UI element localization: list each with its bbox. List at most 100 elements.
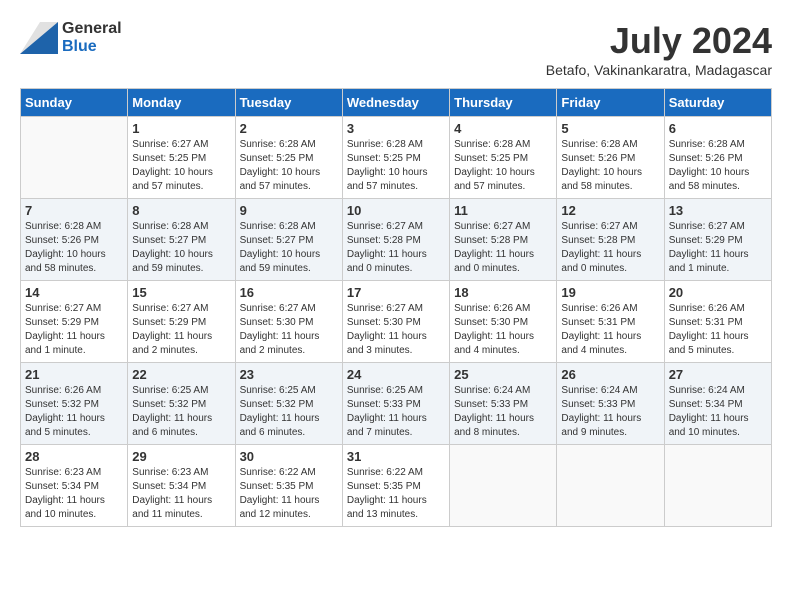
day-number: 24 <box>347 367 445 382</box>
location-subtitle: Betafo, Vakinankaratra, Madagascar <box>546 62 772 78</box>
calendar-cell: 21Sunrise: 6:26 AM Sunset: 5:32 PM Dayli… <box>21 363 128 445</box>
day-info: Sunrise: 6:26 AM Sunset: 5:31 PM Dayligh… <box>561 302 659 358</box>
day-number: 12 <box>561 203 659 218</box>
calendar-cell: 12 Sunrise: 6:27 AM Sunset: 5:28 PM Dayli… <box>557 199 664 281</box>
calendar-cell: 1 Sunrise: 6:27 AM Sunset: 5:25 PM Daylig… <box>128 117 235 199</box>
calendar-cell: 2 Sunrise: 6:28 AM Sunset: 5:25 PM Daylig… <box>235 117 342 199</box>
day-info: Sunrise: 6:27 AM Sunset: 5:28 PM Dayligh… <box>347 220 445 276</box>
day-number: 23 <box>240 367 338 382</box>
calendar-cell: 22 Sunrise: 6:25 AM Sunset: 5:32 PM Dayli… <box>128 363 235 445</box>
calendar-header-friday: Friday <box>557 89 664 117</box>
day-number: 16 <box>240 285 338 300</box>
day-number: 30 <box>240 449 338 464</box>
calendar-week-row: 7Sunrise: 6:28 AM Sunset: 5:26 PM Daylig… <box>21 199 772 281</box>
calendar-cell <box>664 445 771 527</box>
day-number: 10 <box>347 203 445 218</box>
calendar-cell <box>557 445 664 527</box>
day-number: 5 <box>561 121 659 136</box>
day-number: 25 <box>454 367 552 382</box>
calendar-cell: 4 Sunrise: 6:28 AM Sunset: 5:25 PM Daylig… <box>450 117 557 199</box>
day-info: Sunrise: 6:25 AM Sunset: 5:32 PM Dayligh… <box>240 384 338 440</box>
day-number: 19 <box>561 285 659 300</box>
day-number: 31 <box>347 449 445 464</box>
calendar-cell: 7Sunrise: 6:28 AM Sunset: 5:26 PM Daylig… <box>21 199 128 281</box>
month-year-title: July 2024 <box>546 20 772 62</box>
day-info: Sunrise: 6:28 AM Sunset: 5:26 PM Dayligh… <box>25 220 123 276</box>
day-number: 6 <box>669 121 767 136</box>
calendar-cell: 28Sunrise: 6:23 AM Sunset: 5:34 PM Dayli… <box>21 445 128 527</box>
day-number: 3 <box>347 121 445 136</box>
calendar-cell: 3 Sunrise: 6:28 AM Sunset: 5:25 PM Daylig… <box>342 117 449 199</box>
calendar-cell <box>21 117 128 199</box>
day-number: 2 <box>240 121 338 136</box>
day-info: Sunrise: 6:26 AM Sunset: 5:30 PM Dayligh… <box>454 302 552 358</box>
calendar-header-row: SundayMondayTuesdayWednesdayThursdayFrid… <box>21 89 772 117</box>
calendar-cell: 23 Sunrise: 6:25 AM Sunset: 5:32 PM Dayli… <box>235 363 342 445</box>
calendar-header-monday: Monday <box>128 89 235 117</box>
day-info: Sunrise: 6:22 AM Sunset: 5:35 PM Dayligh… <box>347 466 445 522</box>
day-number: 4 <box>454 121 552 136</box>
day-number: 1 <box>132 121 230 136</box>
calendar-header-sunday: Sunday <box>21 89 128 117</box>
day-number: 15 <box>132 285 230 300</box>
day-info: Sunrise: 6:28 AM Sunset: 5:25 PM Dayligh… <box>454 138 552 194</box>
logo: General Blue <box>20 20 122 55</box>
calendar-cell: 14 Sunrise: 6:27 AM Sunset: 5:29 PM Dayli… <box>21 281 128 363</box>
day-info: Sunrise: 6:27 AM Sunset: 5:29 PM Dayligh… <box>669 220 767 276</box>
calendar-cell: 26 Sunrise: 6:24 AM Sunset: 5:33 PM Dayli… <box>557 363 664 445</box>
calendar-week-row: 14 Sunrise: 6:27 AM Sunset: 5:29 PM Dayli… <box>21 281 772 363</box>
day-number: 20 <box>669 285 767 300</box>
calendar-cell: 6Sunrise: 6:28 AM Sunset: 5:26 PM Daylig… <box>664 117 771 199</box>
day-info: Sunrise: 6:28 AM Sunset: 5:27 PM Dayligh… <box>240 220 338 276</box>
calendar-cell: 18 Sunrise: 6:26 AM Sunset: 5:30 PM Dayli… <box>450 281 557 363</box>
calendar-cell: 8Sunrise: 6:28 AM Sunset: 5:27 PM Daylig… <box>128 199 235 281</box>
day-info: Sunrise: 6:24 AM Sunset: 5:33 PM Dayligh… <box>561 384 659 440</box>
day-number: 17 <box>347 285 445 300</box>
day-info: Sunrise: 6:28 AM Sunset: 5:26 PM Dayligh… <box>561 138 659 194</box>
calendar-cell: 16 Sunrise: 6:27 AM Sunset: 5:30 PM Dayli… <box>235 281 342 363</box>
calendar-cell: 30 Sunrise: 6:22 AM Sunset: 5:35 PM Dayli… <box>235 445 342 527</box>
calendar-week-row: 21Sunrise: 6:26 AM Sunset: 5:32 PM Dayli… <box>21 363 772 445</box>
day-number: 14 <box>25 285 123 300</box>
day-number: 13 <box>669 203 767 218</box>
calendar-cell: 13 Sunrise: 6:27 AM Sunset: 5:29 PM Dayli… <box>664 199 771 281</box>
day-number: 11 <box>454 203 552 218</box>
day-info: Sunrise: 6:25 AM Sunset: 5:32 PM Dayligh… <box>132 384 230 440</box>
calendar-cell: 20 Sunrise: 6:26 AM Sunset: 5:31 PM Dayli… <box>664 281 771 363</box>
calendar-cell: 11Sunrise: 6:27 AM Sunset: 5:28 PM Dayli… <box>450 199 557 281</box>
day-number: 18 <box>454 285 552 300</box>
calendar-cell: 29Sunrise: 6:23 AM Sunset: 5:34 PM Dayli… <box>128 445 235 527</box>
day-number: 22 <box>132 367 230 382</box>
logo-icon <box>20 22 58 54</box>
day-info: Sunrise: 6:27 AM Sunset: 5:25 PM Dayligh… <box>132 138 230 194</box>
calendar-table: SundayMondayTuesdayWednesdayThursdayFrid… <box>20 88 772 527</box>
day-info: Sunrise: 6:24 AM Sunset: 5:34 PM Dayligh… <box>669 384 767 440</box>
day-info: Sunrise: 6:26 AM Sunset: 5:31 PM Dayligh… <box>669 302 767 358</box>
day-number: 27 <box>669 367 767 382</box>
day-info: Sunrise: 6:28 AM Sunset: 5:25 PM Dayligh… <box>347 138 445 194</box>
day-info: Sunrise: 6:23 AM Sunset: 5:34 PM Dayligh… <box>132 466 230 522</box>
calendar-cell: 31 Sunrise: 6:22 AM Sunset: 5:35 PM Dayli… <box>342 445 449 527</box>
day-info: Sunrise: 6:25 AM Sunset: 5:33 PM Dayligh… <box>347 384 445 440</box>
calendar-cell <box>450 445 557 527</box>
day-info: Sunrise: 6:27 AM Sunset: 5:29 PM Dayligh… <box>25 302 123 358</box>
day-number: 28 <box>25 449 123 464</box>
day-info: Sunrise: 6:27 AM Sunset: 5:29 PM Dayligh… <box>132 302 230 358</box>
day-info: Sunrise: 6:24 AM Sunset: 5:33 PM Dayligh… <box>454 384 552 440</box>
day-info: Sunrise: 6:27 AM Sunset: 5:28 PM Dayligh… <box>561 220 659 276</box>
calendar-header-saturday: Saturday <box>664 89 771 117</box>
calendar-cell: 19 Sunrise: 6:26 AM Sunset: 5:31 PM Dayli… <box>557 281 664 363</box>
calendar-cell: 27 Sunrise: 6:24 AM Sunset: 5:34 PM Dayli… <box>664 363 771 445</box>
day-number: 21 <box>25 367 123 382</box>
day-info: Sunrise: 6:27 AM Sunset: 5:30 PM Dayligh… <box>347 302 445 358</box>
logo-general: General <box>62 20 122 38</box>
day-info: Sunrise: 6:27 AM Sunset: 5:30 PM Dayligh… <box>240 302 338 358</box>
calendar-cell: 10 Sunrise: 6:27 AM Sunset: 5:28 PM Dayli… <box>342 199 449 281</box>
day-number: 9 <box>240 203 338 218</box>
title-area: July 2024 Betafo, Vakinankaratra, Madaga… <box>546 20 772 78</box>
calendar-week-row: 28 Sunrise: 6:23 AM Sunset: 5:34 PM Dayli… <box>21 445 772 527</box>
day-info: Sunrise: 6:28 AM Sunset: 5:25 PM Dayligh… <box>240 138 338 194</box>
day-number: 26 <box>561 367 659 382</box>
day-info: Sunrise: 6:22 AM Sunset: 5:35 PM Dayligh… <box>240 466 338 522</box>
calendar-header-tuesday: Tuesday <box>235 89 342 117</box>
